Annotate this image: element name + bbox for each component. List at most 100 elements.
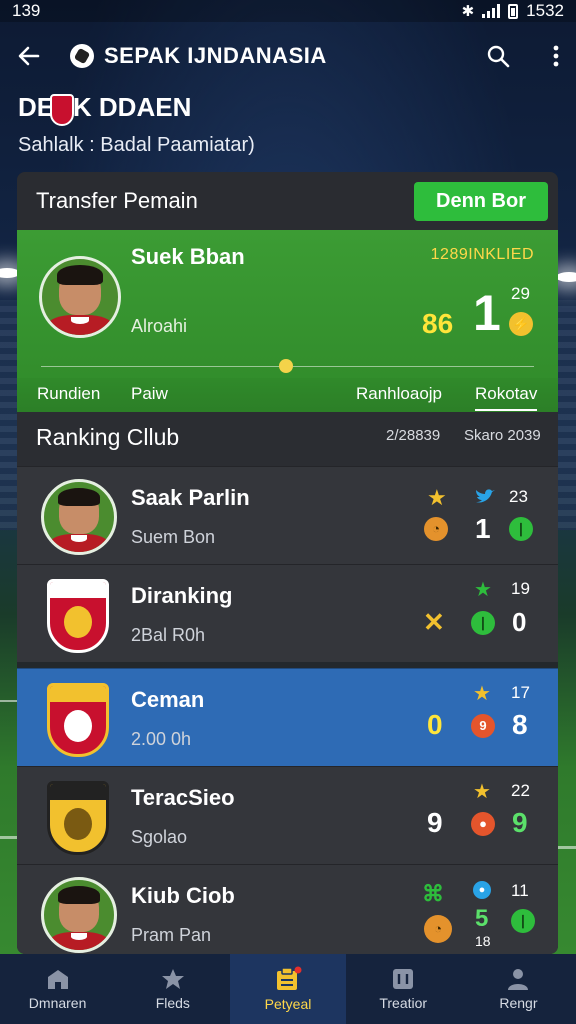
app-bar: SEPAK IJNDANASIA [0, 30, 576, 82]
clock-icon: ◔ [424, 915, 452, 943]
bird-icon [476, 489, 495, 503]
tab-paiw[interactable]: Paiw [131, 384, 168, 404]
row-name: Diranking [131, 583, 233, 608]
featured-score-white: 1 [473, 285, 501, 341]
player-avatar [39, 256, 121, 338]
nav-item-active[interactable]: Petyeal [230, 954, 346, 1024]
ball-icon: 9 [471, 714, 495, 738]
transfer-panel: Transfer Pemain Denn Bor Suek Bban Alroa… [17, 172, 558, 954]
nav-label: Fleds [155, 995, 190, 1011]
player-avatar [41, 877, 117, 953]
lock-icon: ● [473, 881, 491, 899]
leaf-icon: ❘ [509, 517, 533, 541]
row-mid-value: 5 [475, 905, 489, 932]
cross-icon: ✕ [423, 607, 445, 637]
pitch-line [558, 846, 576, 849]
club-crest-icon [47, 683, 109, 757]
row-main-value: 0 [512, 607, 527, 637]
status-clock: 1532 [526, 1, 564, 20]
board-icon [393, 969, 414, 989]
table-row[interactable]: Ceman 2.00 0h ★ 17 0 9 8 [17, 668, 558, 766]
featured-score-yellow: 86 [422, 308, 454, 339]
profile-icon [508, 969, 529, 990]
tab-rundien[interactable]: Rundien [37, 384, 100, 404]
row-top-value: 23 [509, 487, 528, 506]
table-row[interactable]: Diranking 2Bal R0h ★ 19 ✕ ❘ 0 [17, 564, 558, 662]
panel-title: Transfer Pemain [36, 188, 198, 213]
nav-label: Dmnaren [28, 995, 87, 1011]
club-crest-icon [47, 579, 109, 653]
pitch-line [0, 836, 18, 839]
home-icon [47, 970, 68, 989]
clock-icon: ◔ [424, 517, 448, 541]
table-row[interactable]: Kiub Ciob Pram Pan ⌘ ● 11 ◔ 5 ❘ 18 [17, 864, 558, 954]
row-subtitle: 2.00 0h [131, 729, 192, 749]
star-icon: ★ [427, 485, 447, 510]
row-subtitle: Sgolao [131, 827, 188, 847]
gem-icon [279, 359, 293, 373]
clipboard-icon [277, 966, 302, 990]
row-main-value: 9 [512, 807, 528, 838]
row-name: Saak Parlin [131, 485, 250, 510]
back-arrow-icon[interactable] [16, 43, 42, 69]
table-row[interactable]: Saak Parlin Suem Bon ★ 23 ◔ 1 ❘ [17, 466, 558, 564]
star-icon: ★ [474, 579, 492, 601]
tab-ranhloaojp[interactable]: Ranhloaojp [356, 384, 442, 404]
club-badge-icon [50, 94, 74, 126]
bolt-icon: ⚡ [509, 312, 533, 336]
signal-icon [482, 4, 501, 18]
leaf-icon: ❘ [471, 611, 495, 635]
page-heading: DEAK DDAEN [18, 92, 191, 123]
row-mid-value: 0 [427, 709, 443, 740]
nav-item-treatior[interactable]: Treatior [346, 954, 461, 1024]
bottom-nav: Dmnaren Fleds Petyeal Treatior Rengr [0, 954, 576, 1024]
more-options-icon[interactable] [552, 44, 560, 68]
row-subtitle: Pram Pan [131, 925, 212, 945]
nav-item-fields[interactable]: Fleds [115, 954, 230, 1024]
app-title-group: SEPAK IJNDANASIA [70, 43, 327, 69]
club-crest-icon [47, 781, 109, 855]
ranking-title: Ranking Cllub [36, 424, 180, 450]
row-name: TeracSieo [131, 785, 235, 810]
row-name: Ceman [131, 687, 205, 712]
nav-item-home[interactable]: Dmnaren [0, 954, 115, 1024]
ball-icon: ● [471, 812, 495, 836]
app-title: SEPAK IJNDANASIA [104, 43, 327, 68]
row-main-value: 1 [475, 513, 491, 544]
player-avatar [41, 479, 117, 555]
table-row[interactable]: TeracSieo Sgolao ★ 22 9 ● 9 [17, 766, 558, 864]
row-mid-value: 9 [427, 807, 443, 838]
ranking-header: Ranking Cllub 2/28839 Skaro 2039 [17, 412, 558, 466]
search-icon[interactable] [486, 44, 510, 68]
page-subtitle: Sahlalk : Badal Paamiatar) [18, 134, 255, 156]
link-icon: ⌘ [422, 881, 444, 906]
ranking-meta-count: 2/28839 [386, 427, 441, 444]
star-icon: ★ [473, 781, 491, 803]
status-bar: 139 ✱ 1532 [0, 0, 576, 22]
panel-header: Transfer Pemain Denn Bor [17, 172, 558, 230]
row-top-value: 17 [511, 683, 530, 702]
page-title: DEAK DDAEN [18, 92, 192, 122]
star-icon: ★ [473, 683, 491, 705]
nav-item-profile[interactable]: Rengr [461, 954, 576, 1024]
subtabs: Rundien Paiw Ranhloaojp Rokotav [17, 378, 558, 412]
row-top-value: 11 [511, 881, 529, 900]
star-icon [161, 969, 184, 989]
featured-player-subtitle: Alroahi [131, 316, 188, 336]
stadium-light [556, 272, 576, 282]
panel-action-button[interactable]: Denn Bor [414, 181, 548, 221]
row-top-value: 19 [511, 579, 530, 598]
battery-icon [508, 3, 519, 19]
bluetooth-icon: ✱ [461, 3, 475, 20]
row-main-value: 8 [512, 709, 528, 740]
nav-label: Petyeal [264, 996, 312, 1012]
featured-status: 1289INKLIED [430, 246, 534, 263]
featured-small-value: 29 [511, 284, 530, 303]
row-subtitle: 2Bal R0h [131, 625, 206, 645]
pitch-line [0, 700, 18, 702]
tab-rokotav[interactable]: Rokotav [475, 384, 538, 411]
row-top-value: 22 [511, 781, 530, 800]
row-subtitle: Suem Bon [131, 527, 216, 547]
row-extra-value: 18 [475, 933, 491, 949]
nav-label: Rengr [499, 995, 538, 1011]
